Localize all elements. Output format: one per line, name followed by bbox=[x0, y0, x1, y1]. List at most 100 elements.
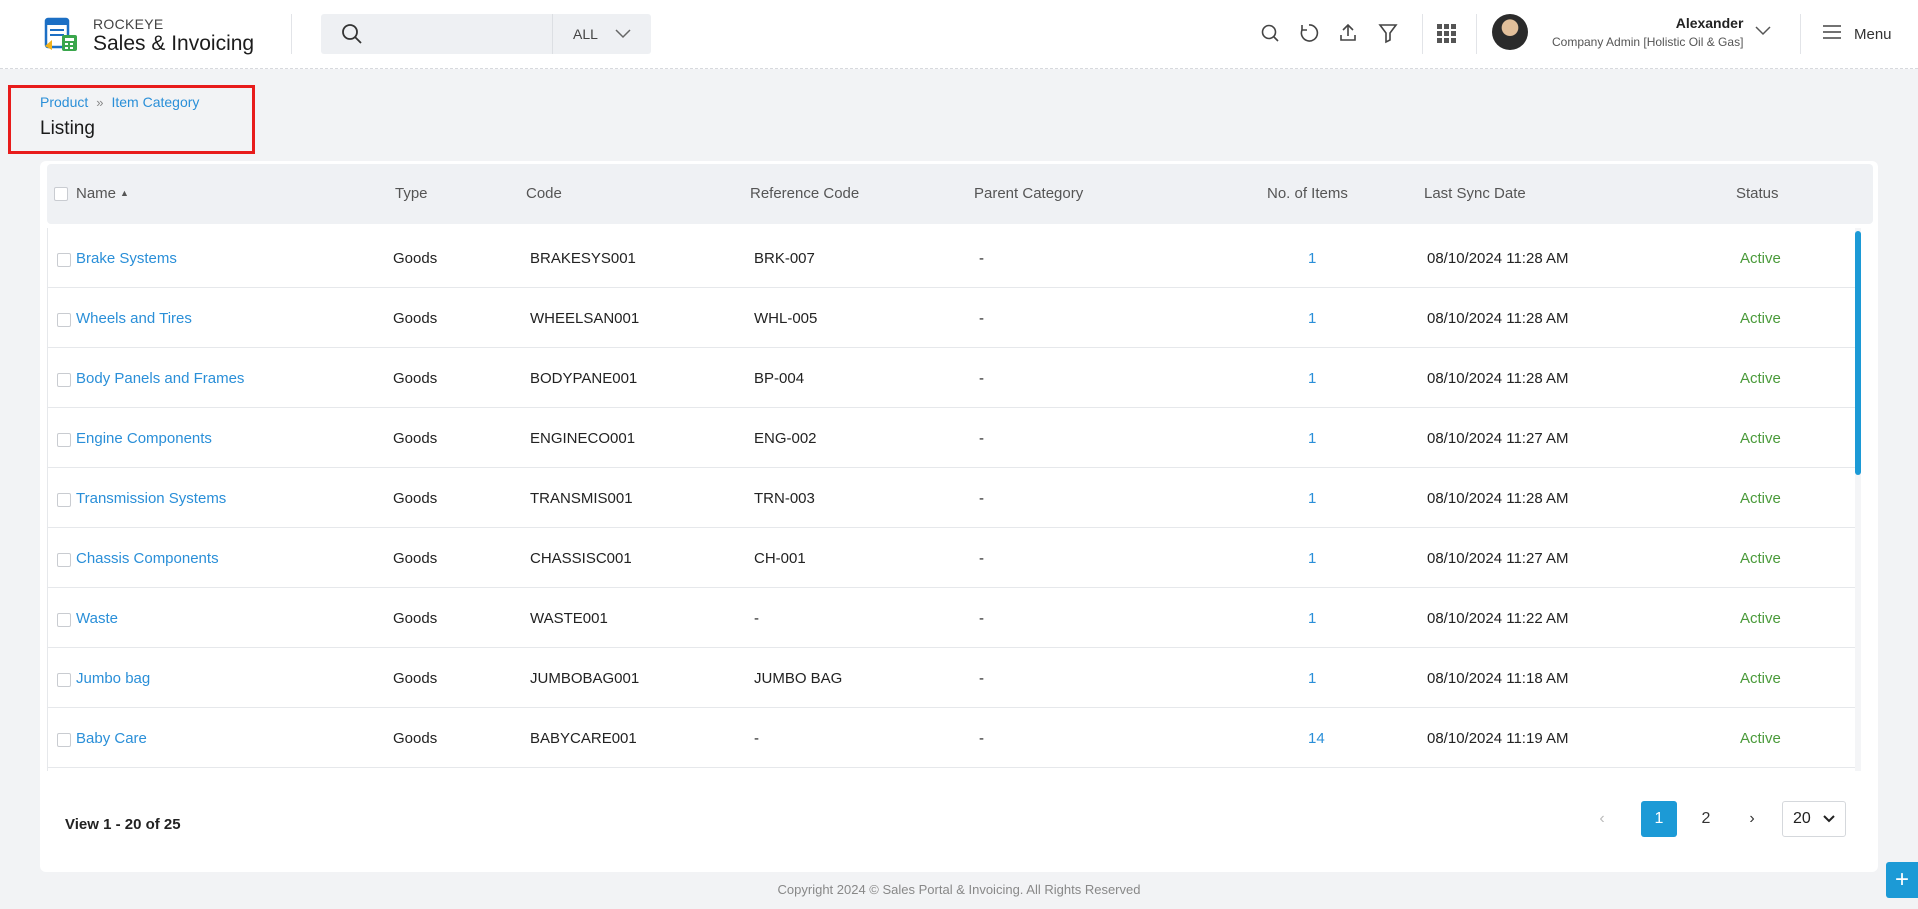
cell-reference-code: BP-004 bbox=[754, 370, 805, 387]
table-row[interactable]: Body Panels and Frames Goods BODYPANE001 BP… bbox=[48, 348, 1855, 408]
cell-code: BABYCARE001 bbox=[530, 730, 637, 747]
cell-code: BODYPANE001 bbox=[530, 370, 638, 387]
cell-reference-code: - bbox=[754, 730, 759, 747]
hamburger-icon bbox=[1822, 24, 1842, 44]
cell-code: TRANSMIS001 bbox=[530, 490, 633, 507]
cell-item-count[interactable]: 1 bbox=[1308, 310, 1316, 327]
cell-parent-category: - bbox=[979, 310, 984, 327]
cell-item-count[interactable]: 1 bbox=[1308, 430, 1316, 447]
table-row[interactable]: Brake Systems Goods BRAKESYS001 BRK-007 - 1 08… bbox=[48, 228, 1855, 288]
table-row[interactable]: Jumbo bag Goods JUMBOBAG001 JUMBO BAG - 1 08/1… bbox=[48, 648, 1855, 708]
column-header-last-sync-date: Last Sync Date bbox=[1424, 185, 1526, 202]
header-divider bbox=[291, 14, 292, 54]
menu-button[interactable]: Menu bbox=[1822, 24, 1892, 44]
apps-grid-icon[interactable] bbox=[1435, 22, 1457, 44]
cell-code: CHASSISC001 bbox=[530, 550, 632, 567]
row-checkbox[interactable] bbox=[57, 733, 71, 747]
search-input[interactable] bbox=[371, 14, 552, 54]
column-header-parent-category: Parent Category bbox=[974, 185, 1084, 202]
cell-name[interactable]: Engine Components bbox=[76, 430, 212, 447]
cell-last-sync-date: 08/10/2024 11:22 AM bbox=[1427, 610, 1569, 627]
cell-name[interactable]: Brake Systems bbox=[76, 250, 177, 267]
app-logo[interactable]: ROCKEYE Sales & Invoicing bbox=[43, 16, 254, 54]
cell-code: JUMBOBAG001 bbox=[530, 670, 640, 687]
upload-icon[interactable] bbox=[1337, 22, 1359, 44]
page-1-button[interactable]: 1 bbox=[1641, 801, 1677, 837]
table-row[interactable]: Waste Goods WASTE001 - - 1 08/10/2024 11:22 AM… bbox=[48, 588, 1855, 648]
cell-status: Active bbox=[1740, 490, 1781, 507]
cell-item-count[interactable]: 1 bbox=[1308, 370, 1316, 387]
cell-item-count[interactable]: 14 bbox=[1308, 730, 1325, 747]
next-page-button[interactable]: › bbox=[1734, 801, 1770, 837]
cell-item-count[interactable]: 1 bbox=[1308, 250, 1316, 267]
cell-status: Active bbox=[1740, 610, 1781, 627]
cell-item-count[interactable]: 1 bbox=[1308, 670, 1316, 687]
select-all-checkbox[interactable] bbox=[54, 187, 68, 201]
cell-reference-code: BRK-007 bbox=[754, 250, 815, 267]
cell-name[interactable]: Wheels and Tires bbox=[76, 310, 192, 327]
cell-name[interactable]: Jumbo bag bbox=[76, 670, 150, 687]
cell-last-sync-date: 08/10/2024 11:27 AM bbox=[1427, 430, 1569, 447]
page-size-select[interactable]: 20 bbox=[1782, 801, 1846, 837]
user-profile[interactable]: Alexander Company Admin [Holistic Oil & … bbox=[1492, 14, 1771, 50]
user-name: Alexander bbox=[1675, 15, 1744, 31]
row-checkbox[interactable] bbox=[57, 553, 71, 567]
filter-icon[interactable] bbox=[1377, 22, 1399, 44]
table-row[interactable]: Engine Components Goods ENGINECO001 ENG-002… bbox=[48, 408, 1855, 468]
cell-code: WHEELSAN001 bbox=[530, 310, 640, 327]
column-header-name[interactable]: Name ▲ bbox=[76, 185, 129, 202]
row-checkbox[interactable] bbox=[57, 613, 71, 627]
cell-name[interactable]: Waste bbox=[76, 610, 118, 627]
cell-type: Goods bbox=[393, 490, 438, 507]
breadcrumb-item-category[interactable]: Item Category bbox=[111, 94, 199, 110]
cell-item-count[interactable]: 1 bbox=[1308, 610, 1316, 627]
cell-name[interactable]: Body Panels and Frames bbox=[76, 370, 244, 387]
breadcrumb: Product » Item Category bbox=[40, 94, 199, 110]
header-divider bbox=[1422, 14, 1423, 54]
column-header-label: Name bbox=[76, 185, 117, 202]
footer-copyright: Copyright 2024 © Sales Portal & Invoicin… bbox=[777, 882, 1141, 897]
cell-parent-category: - bbox=[979, 550, 984, 567]
search-scope-select[interactable]: ALL bbox=[552, 14, 651, 54]
cell-status: Active bbox=[1740, 550, 1781, 567]
cell-name[interactable]: Baby Care bbox=[76, 730, 147, 747]
add-button[interactable]: + bbox=[1886, 862, 1918, 898]
row-checkbox[interactable] bbox=[57, 433, 71, 447]
scrollbar-thumb[interactable] bbox=[1855, 231, 1861, 475]
cell-item-count[interactable]: 1 bbox=[1308, 550, 1316, 567]
header-divider bbox=[1800, 14, 1801, 54]
table-row[interactable]: Transmission Systems Goods TRANSMIS001 TRN-… bbox=[48, 468, 1855, 528]
plus-icon: + bbox=[1894, 866, 1909, 893]
cell-parent-category: - bbox=[979, 490, 984, 507]
cell-parent-category: - bbox=[979, 250, 984, 267]
page-2-button[interactable]: 2 bbox=[1688, 801, 1724, 837]
cell-code: WASTE001 bbox=[530, 610, 608, 627]
cell-last-sync-date: 08/10/2024 11:19 AM bbox=[1427, 730, 1569, 747]
table-body: Brake Systems Goods BRAKESYS001 BRK-007 - 1 08… bbox=[47, 228, 1855, 771]
table-row[interactable]: Chassis Components Goods CHASSISC001 CH-001… bbox=[48, 528, 1855, 588]
row-checkbox[interactable] bbox=[57, 673, 71, 687]
double-chevron-right-icon: » bbox=[96, 94, 104, 110]
refresh-icon[interactable] bbox=[1298, 22, 1320, 44]
cell-name[interactable]: Chassis Components bbox=[76, 550, 219, 567]
prev-page-button[interactable]: ‹ bbox=[1588, 801, 1616, 837]
cell-code: ENGINECO001 bbox=[530, 430, 636, 447]
search-icon[interactable] bbox=[341, 23, 363, 45]
row-checkbox[interactable] bbox=[57, 373, 71, 387]
cell-type: Goods bbox=[393, 550, 438, 567]
row-checkbox[interactable] bbox=[57, 253, 71, 267]
user-role: Company Admin [Holistic Oil & Gas] bbox=[1552, 35, 1744, 49]
sort-arrow-icon: ▲ bbox=[120, 188, 129, 198]
cell-type: Goods bbox=[393, 610, 438, 627]
avatar bbox=[1492, 14, 1528, 50]
search-icon[interactable] bbox=[1259, 22, 1281, 44]
cell-last-sync-date: 08/10/2024 11:28 AM bbox=[1427, 370, 1569, 387]
breadcrumb-product[interactable]: Product bbox=[40, 94, 88, 110]
table-row[interactable]: Wheels and Tires Goods WHEELSAN001 WHL-005 -… bbox=[48, 288, 1855, 348]
cell-type: Goods bbox=[393, 250, 438, 267]
table-row[interactable]: Baby Care Goods BABYCARE001 - - 14 08/10/2024 … bbox=[48, 708, 1855, 768]
cell-name[interactable]: Transmission Systems bbox=[76, 490, 226, 507]
row-checkbox[interactable] bbox=[57, 493, 71, 507]
row-checkbox[interactable] bbox=[57, 313, 71, 327]
cell-item-count[interactable]: 1 bbox=[1308, 490, 1316, 507]
